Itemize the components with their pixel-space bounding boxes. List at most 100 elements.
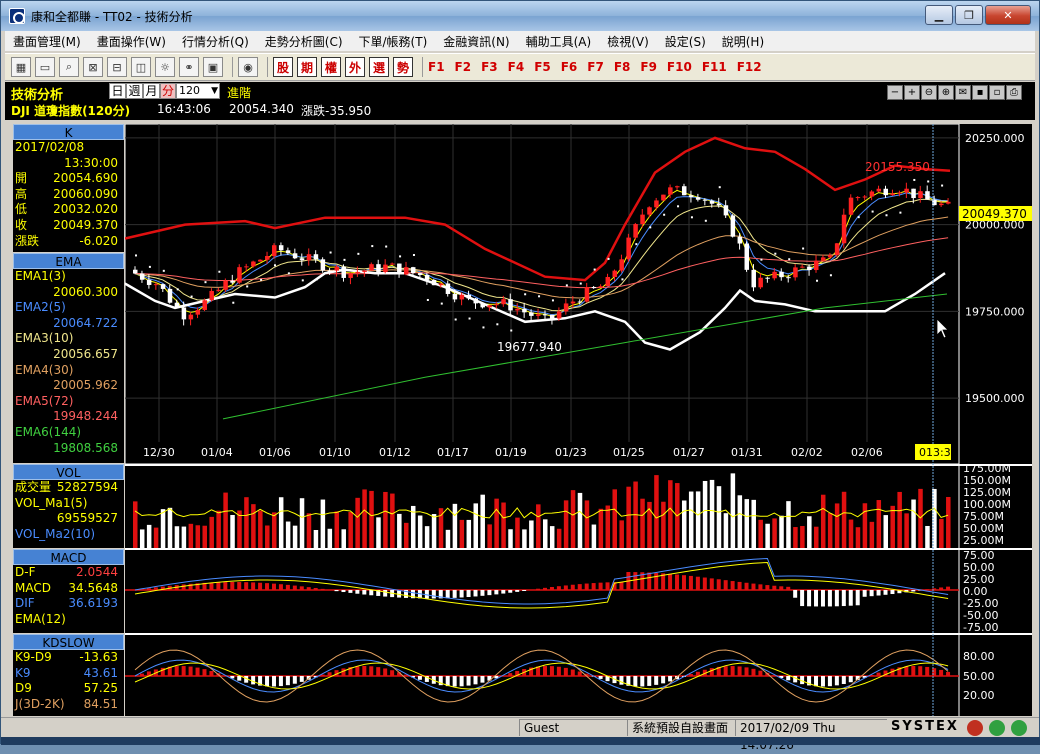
- low-annotation: 19677.940: [497, 340, 562, 354]
- sun-icon[interactable]: ☼: [155, 57, 175, 77]
- status-screen[interactable]: 系統預設自設畫面: [627, 719, 735, 736]
- search-icon[interactable]: ⌕: [59, 57, 79, 77]
- menu-screen-manage[interactable]: 畫面管理(M): [5, 33, 89, 50]
- volume-bar: [480, 494, 485, 548]
- candle-body: [897, 192, 902, 194]
- f6-button[interactable]: F6: [561, 60, 578, 74]
- kd-histogram-bar: [188, 666, 193, 677]
- f2-button[interactable]: F2: [455, 60, 472, 74]
- split-horizontal-icon[interactable]: ⊟: [107, 57, 127, 77]
- stock-button[interactable]: 股: [273, 57, 293, 77]
- title-bar[interactable]: 康和全都賺 - TT02 - 技術分析 ▁ ❐ ✕: [1, 1, 1039, 31]
- f11-button[interactable]: F11: [702, 60, 727, 74]
- sar-dot: [371, 245, 374, 248]
- print-icon[interactable]: ⎙: [1006, 85, 1022, 100]
- f10-button[interactable]: F10: [667, 60, 692, 74]
- futures-button[interactable]: 期: [297, 57, 317, 77]
- vol-panel-title[interactable]: VOL: [13, 464, 124, 480]
- symbol-label: DJI 道瓊指數(120分): [11, 104, 131, 118]
- kd-histogram-bar: [570, 669, 575, 677]
- f3-button[interactable]: F3: [481, 60, 498, 74]
- volume-bar: [139, 529, 145, 548]
- candle-body: [501, 299, 506, 305]
- kd-histogram-bar: [466, 676, 471, 686]
- menu-settings[interactable]: 設定(S): [657, 33, 714, 50]
- volume-bar: [688, 491, 694, 548]
- picture-icon[interactable]: ▣: [203, 57, 223, 77]
- sar-dot: [941, 184, 944, 187]
- trend-button[interactable]: 勢: [393, 57, 413, 77]
- candle-body: [591, 287, 597, 289]
- date-tick-label: 01/10: [319, 446, 351, 459]
- layout-icon[interactable]: ▦: [11, 57, 31, 77]
- period-day-button[interactable]: 日: [109, 83, 126, 99]
- magnify-plus-icon[interactable]: ⊕: [938, 85, 954, 100]
- macd-panel-title[interactable]: MACD: [13, 549, 124, 565]
- candle-body: [869, 191, 875, 197]
- candle-body: [654, 200, 659, 208]
- close-window-icon[interactable]: ⊠: [83, 57, 103, 77]
- chat-icon[interactable]: ✉: [955, 85, 971, 100]
- foreign-button[interactable]: 外: [345, 57, 365, 77]
- f8-button[interactable]: F8: [614, 60, 631, 74]
- monitor-icon[interactable]: ▭: [35, 57, 55, 77]
- zoom-out-icon[interactable]: −: [887, 85, 903, 100]
- connection-icon[interactable]: [989, 720, 1005, 736]
- volume-bar: [841, 491, 847, 548]
- split-vertical-icon[interactable]: ◫: [131, 57, 151, 77]
- menu-quote-analysis[interactable]: 行情分析(Q): [174, 33, 257, 50]
- f7-button[interactable]: F7: [587, 60, 604, 74]
- f4-button[interactable]: F4: [508, 60, 525, 74]
- minimize-button[interactable]: ▁: [925, 5, 953, 25]
- volume-bar: [383, 491, 388, 548]
- sar-dot: [788, 258, 791, 261]
- close-button[interactable]: ✕: [985, 5, 1031, 25]
- zoom-in-icon[interactable]: +: [904, 85, 920, 100]
- f9-button[interactable]: F9: [640, 60, 657, 74]
- systex-logo-icon[interactable]: ◉: [238, 57, 258, 77]
- menu-help[interactable]: 說明(H): [714, 33, 772, 50]
- alert-icon[interactable]: [967, 720, 983, 736]
- options-button[interactable]: 權: [321, 57, 341, 77]
- candle-body: [779, 271, 784, 278]
- menu-screen-operate[interactable]: 畫面操作(W): [89, 33, 174, 50]
- f5-button[interactable]: F5: [534, 60, 551, 74]
- save-icon[interactable]: ▪: [972, 85, 988, 100]
- menu-financial-info[interactable]: 金融資訊(N): [435, 33, 517, 50]
- menu-view[interactable]: 檢視(V): [599, 33, 657, 50]
- volume-bar: [181, 526, 187, 548]
- interval-select[interactable]: 120: [176, 83, 220, 99]
- volume-bar: [292, 525, 298, 548]
- menu-tools[interactable]: 輔助工具(A): [518, 33, 600, 50]
- volume-bar: [404, 522, 409, 548]
- volume-bar: [348, 511, 353, 548]
- macd-histogram-bar: [869, 590, 874, 597]
- menu-order[interactable]: 下單/帳務(T): [351, 33, 436, 50]
- kd-histogram-bar: [932, 668, 937, 677]
- sar-dot: [218, 270, 221, 273]
- kd-histogram-bar: [549, 666, 554, 677]
- server-status-icon[interactable]: [1011, 720, 1027, 736]
- f1-button[interactable]: F1: [428, 60, 445, 74]
- f12-button[interactable]: F12: [737, 60, 762, 74]
- period-month-button[interactable]: 月: [143, 83, 160, 99]
- period-minute-button[interactable]: 分: [160, 83, 176, 99]
- kd-panel-title[interactable]: KDSLOW: [13, 634, 124, 650]
- period-week-button[interactable]: 週: [126, 83, 143, 99]
- volume-bar: [681, 500, 687, 548]
- link-icon[interactable]: ⚭: [179, 57, 199, 77]
- chart-area[interactable]: 12/30 01/04 01/06 01/10 01/12 01/17 01/19 01/23…: [124, 123, 1032, 716]
- macd-histogram-bar: [341, 590, 346, 593]
- candle-body: [174, 302, 180, 308]
- magnify-minus-icon[interactable]: ⊖: [921, 85, 937, 100]
- technical-chart[interactable]: 12/30 01/04 01/06 01/10 01/12 01/17 01/19 01/23…: [124, 123, 1032, 716]
- restore-button[interactable]: ❐: [955, 5, 983, 25]
- select-button[interactable]: 選: [369, 57, 389, 77]
- menu-trend-chart[interactable]: 走勢分析圖(C): [257, 33, 351, 50]
- window-icon[interactable]: ▫: [989, 85, 1005, 100]
- kd-histogram-bar: [876, 672, 881, 677]
- ema-panel-title[interactable]: EMA: [13, 253, 124, 269]
- k-panel-title[interactable]: K: [13, 124, 124, 140]
- advanced-link[interactable]: 進階: [227, 84, 251, 101]
- candle-body: [543, 314, 548, 316]
